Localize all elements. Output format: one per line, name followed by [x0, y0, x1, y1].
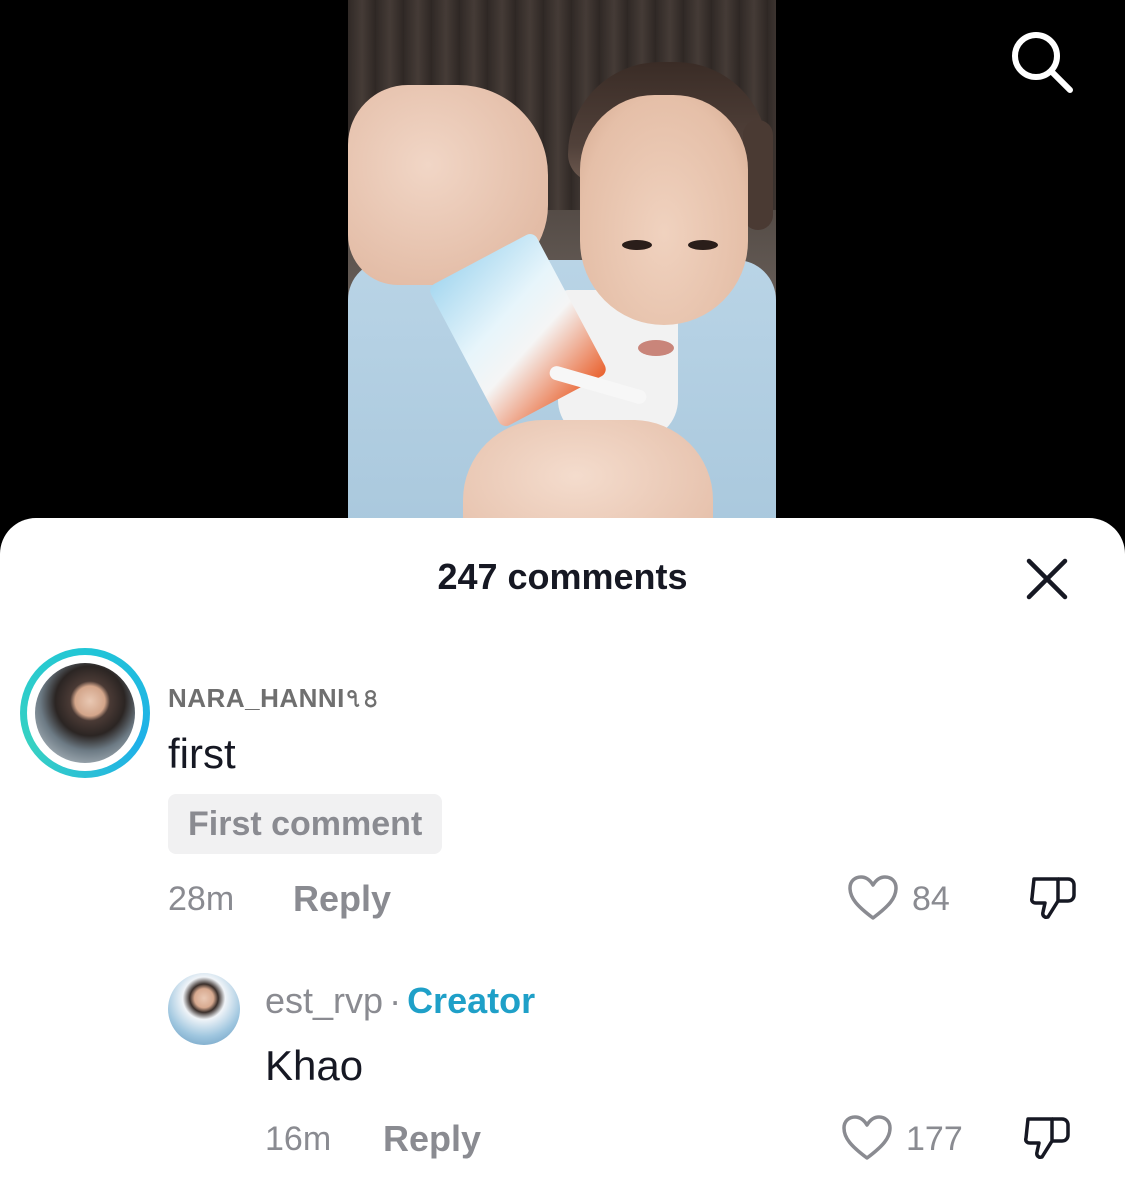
reply-username-line: est_rvp · Creator — [265, 980, 535, 1022]
avatar[interactable] — [20, 648, 150, 778]
search-button[interactable] — [1006, 26, 1076, 96]
dislike-button[interactable] — [1020, 1111, 1074, 1165]
avatar-ring-inner — [27, 655, 143, 771]
reply-button[interactable]: Reply — [293, 878, 391, 920]
reply-timestamp: 16m — [265, 1120, 332, 1158]
avatar-image — [35, 663, 135, 763]
search-icon — [1012, 32, 1073, 93]
reply-username[interactable]: est_rvp — [265, 980, 383, 1021]
video-subject-face — [580, 95, 748, 325]
comment-text: first — [168, 730, 236, 777]
comment-timestamp: 28m — [168, 880, 235, 918]
like-count: 177 — [906, 1120, 963, 1158]
video-subject-eye — [622, 240, 652, 250]
comment-username[interactable]: NARA_HANNI৭৪ — [168, 678, 380, 722]
reply-button[interactable]: Reply — [383, 1118, 481, 1160]
dislike-button[interactable] — [1026, 871, 1080, 925]
like-button[interactable] — [840, 1111, 894, 1165]
heart-icon — [842, 1115, 892, 1160]
comments-sheet: 247 comments NARA_HANNI৭৪ first First co… — [0, 518, 1125, 1186]
video-player[interactable] — [348, 0, 776, 540]
reply-text: Khao — [265, 1042, 364, 1089]
thumbs-down-icon — [1024, 1117, 1070, 1159]
app-screen: 247 comments NARA_HANNI৭৪ first First co… — [0, 0, 1125, 1186]
close-button[interactable] — [1022, 554, 1072, 604]
video-subject-mouth — [638, 340, 674, 356]
creator-label: Creator — [407, 980, 536, 1021]
close-icon — [1026, 558, 1068, 600]
heart-icon — [848, 875, 898, 920]
separator-dot: · — [389, 980, 402, 1021]
like-button[interactable] — [846, 871, 900, 925]
comments-count-title: 247 comments — [437, 556, 688, 597]
like-count: 84 — [912, 880, 950, 918]
first-comment-badge: First comment — [168, 794, 443, 854]
thumbs-down-icon — [1030, 877, 1076, 919]
reply-avatar[interactable] — [168, 973, 240, 1045]
video-subject-eye — [688, 240, 718, 250]
